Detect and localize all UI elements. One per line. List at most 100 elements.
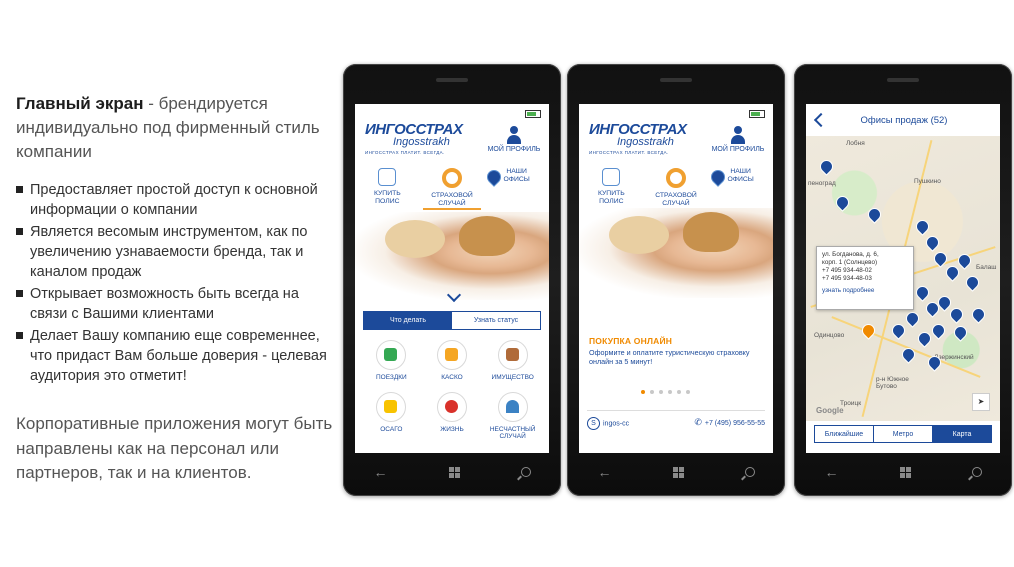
menu-buy-policy[interactable]: КУПИТЬ ПОЛИС — [581, 168, 641, 208]
office-pin[interactable] — [951, 323, 970, 342]
seg-what-to-do[interactable]: Что делать — [364, 312, 452, 329]
earpiece — [887, 78, 919, 82]
category-accident[interactable]: НЕСЧАСТНЫЙ СЛУЧАЙ — [482, 391, 543, 441]
google-logo: Google — [816, 406, 844, 415]
traffic-light-icon — [376, 391, 407, 422]
category-travel[interactable]: ПОЕЗДКИ — [361, 340, 422, 382]
office-pin[interactable] — [889, 321, 908, 340]
popup-phone: +7 495 934-48-02 — [822, 267, 872, 274]
back-arrow-icon[interactable]: ← — [374, 464, 388, 480]
office-pin[interactable] — [899, 345, 918, 364]
map-label: Балаш — [976, 264, 997, 271]
brand-logo: ИНГОССТРАХ Ingosstrakh ИНГОССТРАХ ПЛАТИТ… — [365, 122, 463, 155]
carousel-dots[interactable] — [641, 390, 690, 394]
menu-label: СТРАХОВОЙ — [655, 192, 697, 199]
category-label: ОСАГО — [380, 425, 403, 433]
selected-office-pin[interactable] — [859, 321, 878, 340]
hero-photo — [579, 208, 773, 298]
map-label: р-н Южное Бутово — [876, 376, 909, 390]
office-pin[interactable] — [913, 217, 932, 236]
top-menu: КУПИТЬ ПОЛИС СТРАХОВОЙ СЛУЧАЙ НАШИ ОФИСЫ — [355, 167, 549, 208]
menu-offices[interactable]: НАШИ ОФИСЫ — [483, 167, 547, 208]
calculator-icon — [602, 168, 621, 186]
location-pin-icon — [483, 167, 504, 187]
menu-insurance-case[interactable]: СТРАХОВОЙ СЛУЧАЙ — [646, 168, 706, 208]
map-tabs: Ближайшие Метро Карта — [814, 425, 992, 443]
benefits-list: Предоставляет простой доступ к основной … — [16, 180, 336, 386]
office-pin[interactable] — [923, 233, 942, 252]
tab-map[interactable]: Карта — [933, 426, 991, 442]
skype-link[interactable]: Singos-cc — [587, 417, 629, 430]
category-osago[interactable]: ОСАГО — [361, 391, 422, 441]
category-label: ЖИЗНЬ — [440, 425, 464, 433]
back-arrow-icon[interactable]: ← — [598, 464, 612, 480]
phone-link[interactable]: ✆ +7 (495) 956-55-55 — [694, 417, 765, 430]
corporate-text: Корпоративные приложения могут быть напр… — [16, 414, 333, 482]
category-kasko[interactable]: КАСКО — [422, 340, 483, 382]
screen-promo: ИНГОССТРАХ Ingosstrakh ИНГОССТРАХ ПЛАТИТ… — [579, 104, 773, 453]
location-pin-icon — [707, 167, 728, 187]
office-popup[interactable]: ул. Богданова, д. 6, корп. 1 (Солнцево) … — [816, 246, 914, 310]
search-icon[interactable] — [744, 467, 755, 477]
category-life[interactable]: ЖИЗНЬ — [422, 391, 483, 441]
menu-insurance-case[interactable]: СТРАХОВОЙ СЛУЧАЙ — [422, 168, 482, 208]
search-icon[interactable] — [520, 467, 531, 477]
office-pin[interactable] — [903, 309, 922, 328]
phone-label: +7 (495) 956-55-55 — [704, 420, 765, 427]
battery-icon — [749, 110, 765, 118]
office-pin[interactable] — [947, 305, 966, 324]
menu-offices[interactable]: НАШИ ОФИСЫ — [707, 167, 771, 208]
seg-check-status[interactable]: Узнать статус — [452, 312, 540, 329]
tab-nearest[interactable]: Ближайшие — [815, 426, 874, 442]
screen-map: Офисы продаж (52) Пушкино Балаш Одинцово… — [806, 104, 1000, 453]
profile-label: МОЙ ПРОФИЛЬ — [487, 146, 541, 153]
popup-more-link[interactable]: узнать подробнее — [822, 287, 908, 295]
popup-address: корп. 1 (Солнцево) — [822, 259, 878, 266]
back-arrow-icon[interactable]: ← — [825, 464, 839, 480]
windows-icon[interactable] — [448, 466, 460, 478]
car-icon — [436, 340, 467, 370]
menu-label: КУПИТЬ — [597, 190, 625, 197]
nav-bar: ← — [794, 458, 1012, 486]
office-pin[interactable] — [929, 321, 948, 340]
phone-icon: ✆ — [694, 417, 702, 427]
calculator-icon — [378, 168, 397, 186]
windows-icon[interactable] — [672, 466, 684, 478]
profile-label: МОЙ ПРОФИЛЬ — [711, 146, 765, 153]
office-pin[interactable] — [963, 273, 982, 292]
office-pin[interactable] — [865, 205, 884, 224]
promo-block[interactable]: ПОКУПКА ОНЛАЙН Оформите и оплатите турис… — [589, 336, 765, 366]
category-label: ПОЕЗДКИ — [375, 374, 407, 381]
hero-photo — [355, 212, 549, 300]
my-location-icon[interactable]: ➤ — [972, 393, 990, 411]
tab-metro[interactable]: Метро — [874, 426, 933, 442]
profile-button[interactable]: МОЙ ПРОФИЛЬ — [711, 126, 765, 153]
brand-logo: ИНГОССТРАХ Ingosstrakh ИНГОССТРАХ ПЛАТИТ… — [589, 121, 687, 155]
map-label: пеноград — [808, 180, 836, 187]
logo-script: Ingosstrakh — [617, 136, 674, 148]
menu-label: СЛУЧАЙ — [662, 200, 690, 207]
lifebuoy-icon — [441, 168, 462, 188]
menu-buy-policy[interactable]: КУПИТЬ ПОЛИС — [357, 168, 417, 208]
office-pin[interactable] — [913, 283, 932, 302]
logo-tagline: ИНГОССТРАХ ПЛАТИТ. ВСЕГДА. — [589, 150, 669, 155]
office-pin[interactable] — [833, 193, 852, 212]
office-pin[interactable] — [969, 305, 988, 324]
heart-icon — [436, 391, 467, 422]
skype-label: ingos-cc — [603, 420, 630, 428]
office-pin[interactable] — [817, 157, 836, 176]
popup-phone: +7 495 934-48-03 — [822, 275, 872, 282]
offices-map[interactable]: Пушкино Балаш Одинцово р-н Южное Бутово … — [806, 136, 1000, 421]
windows-icon[interactable] — [899, 466, 911, 478]
menu-label: НАШИ — [730, 168, 751, 175]
office-pin[interactable] — [943, 263, 962, 282]
phone-promo-screen: ИНГОССТРАХ Ingosstrakh ИНГОССТРАХ ПЛАТИТ… — [567, 64, 785, 496]
lifebuoy-icon — [665, 168, 686, 188]
category-property[interactable]: ИМУЩЕСТВО — [482, 340, 543, 382]
search-icon[interactable] — [971, 467, 982, 477]
screen-main: ИНГОССТРАХ Ingosstrakh ИНГОССТРАХ ПЛАТИТ… — [355, 104, 549, 453]
left-description: Главный экран - брендируется индивидуаль… — [16, 92, 336, 486]
profile-button[interactable]: МОЙ ПРОФИЛЬ — [487, 126, 541, 153]
logo-main: ИНГОССТРАХ — [589, 121, 687, 138]
category-label: ИМУЩЕСТВО — [491, 374, 534, 381]
